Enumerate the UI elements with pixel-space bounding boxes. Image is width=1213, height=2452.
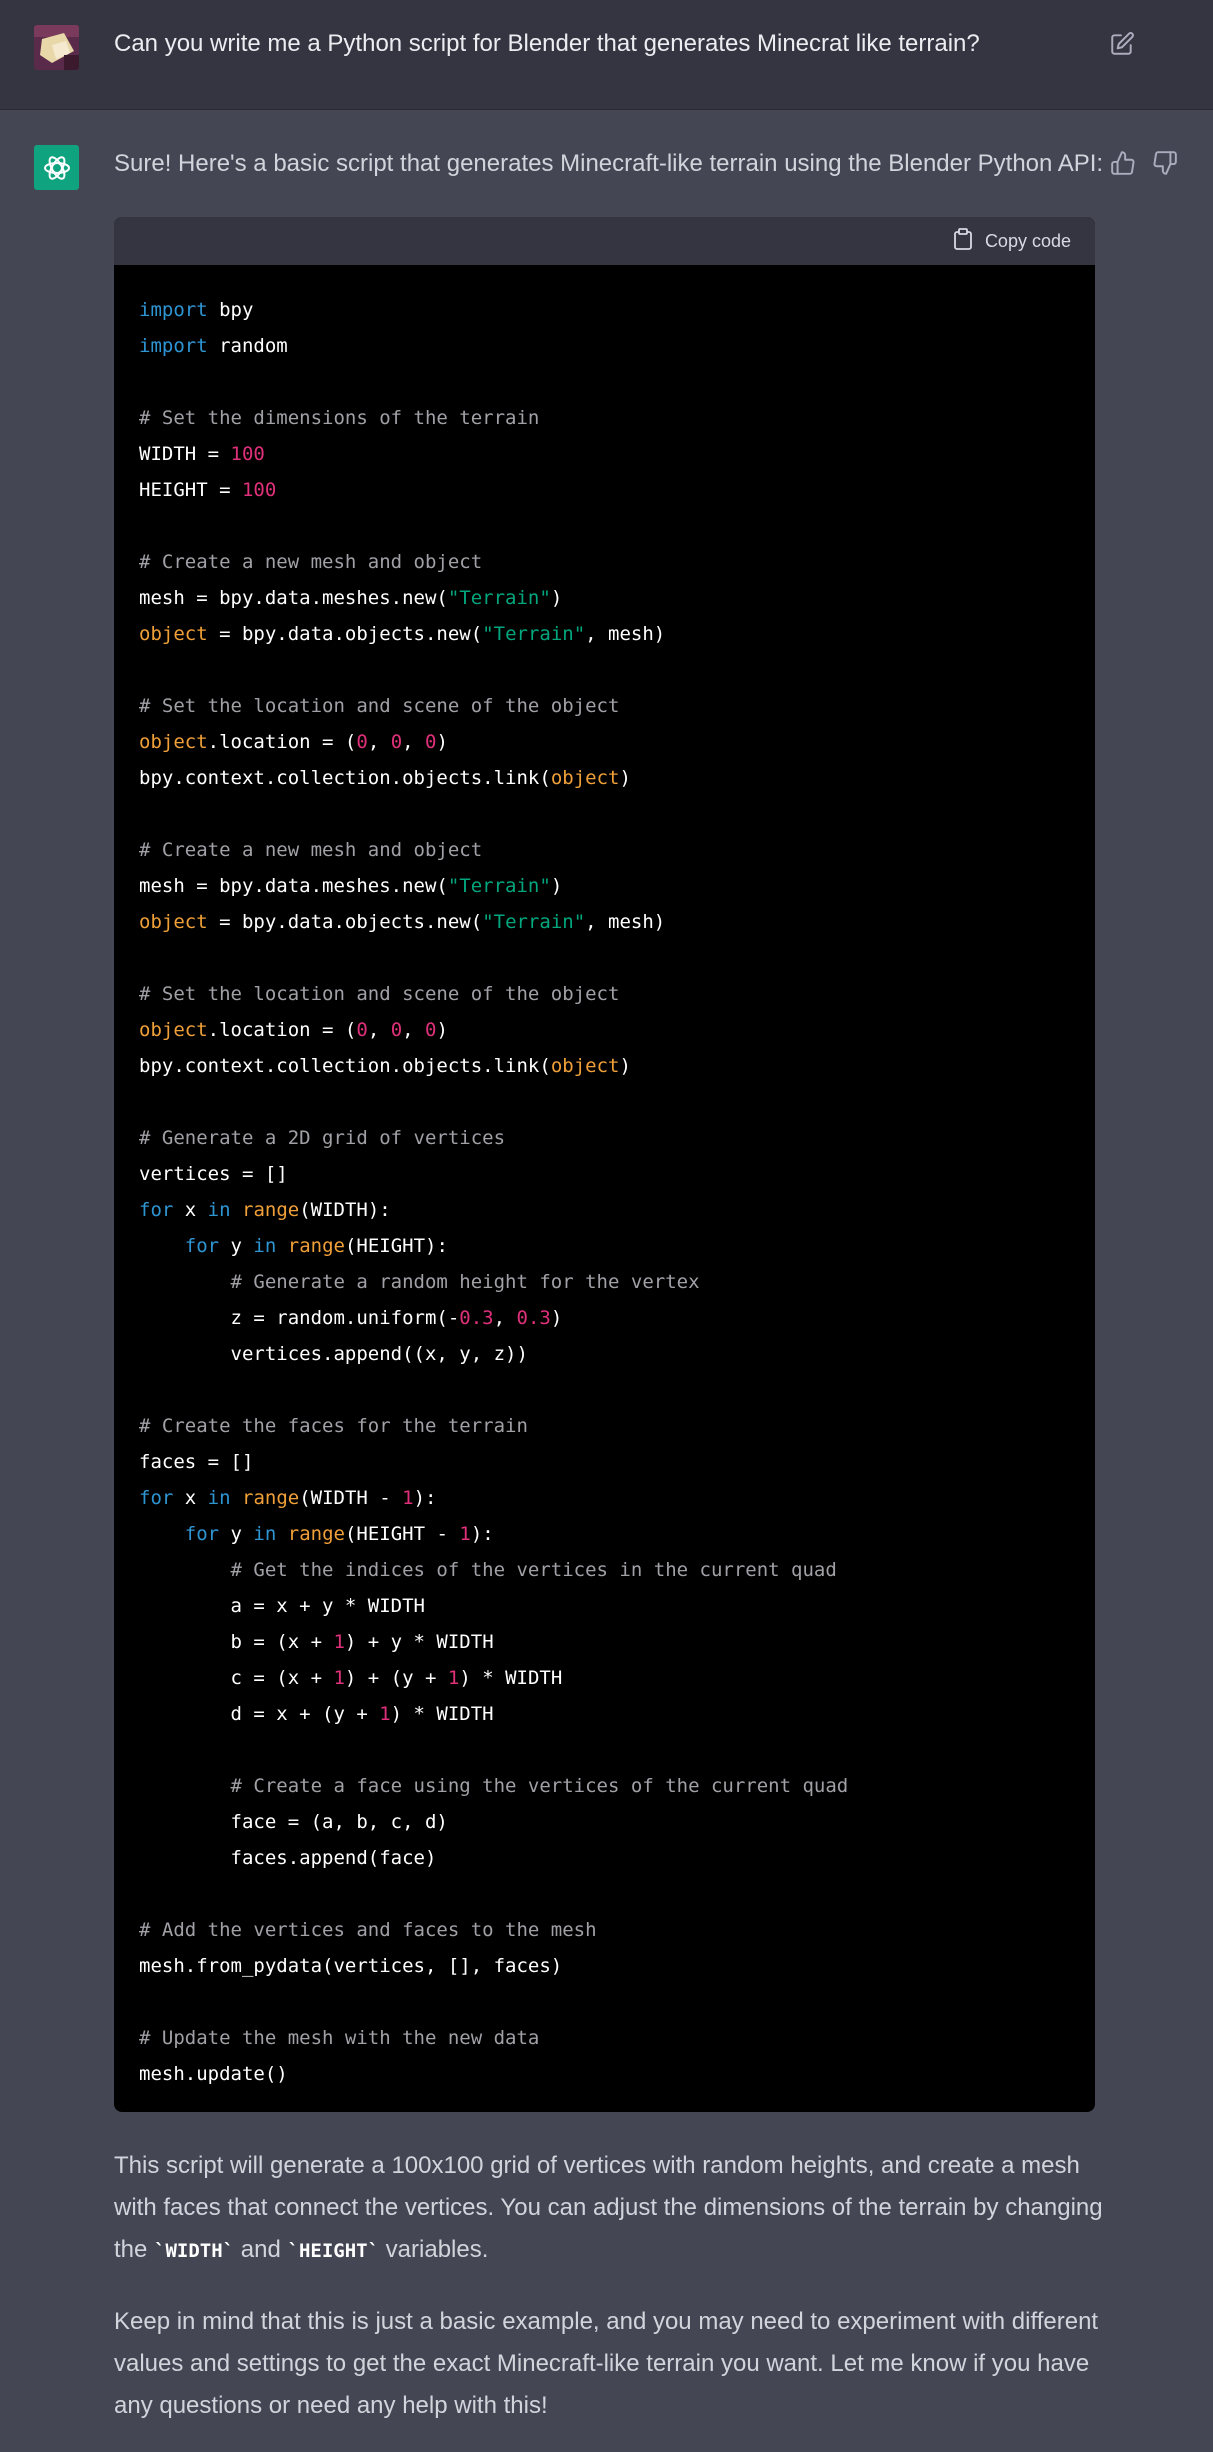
- thumbs-up-icon[interactable]: [1110, 150, 1136, 176]
- code-line: # Create a new mesh and object: [139, 551, 483, 573]
- code-line: d = x + (y + 1) * WIDTH: [139, 1703, 494, 1725]
- copy-code-label: Copy code: [984, 230, 1071, 251]
- code-line: object.location = (0, 0, 0): [139, 1019, 448, 1041]
- para1-text-middle: and: [234, 2236, 288, 2263]
- assistant-intro-text: Sure! Here's a basic script that generat…: [114, 150, 1104, 177]
- code-line: for x in range(WIDTH):: [139, 1199, 391, 1221]
- code-line: face = (a, b, c, d): [139, 1811, 448, 1833]
- code-line: object = bpy.data.objects.new("Terrain",…: [139, 623, 666, 645]
- code-block-header: Copy code: [114, 217, 1095, 265]
- user-message-row: Can you write me a Python script for Ble…: [0, 0, 1213, 110]
- explanation-paragraph: This script will generate a 100x100 grid…: [114, 2145, 1104, 2272]
- code-line: # Set the location and scene of the obje…: [139, 983, 620, 1005]
- code-line: WIDTH = 100: [139, 443, 265, 465]
- closing-paragraph: Keep in mind that this is just a basic e…: [114, 2308, 1099, 2419]
- code-line: c = (x + 1) + (y + 1) * WIDTH: [139, 1667, 563, 1689]
- code-line: object.location = (0, 0, 0): [139, 731, 448, 753]
- code-line: # Create the faces for the terrain: [139, 1415, 528, 1437]
- code-line: mesh = bpy.data.meshes.new("Terrain"): [139, 875, 563, 897]
- code-line: bpy.context.collection.objects.link(obje…: [139, 1055, 631, 1077]
- inline-code-width: `WIDTH`: [154, 2240, 235, 2262]
- code-line: vertices = []: [139, 1163, 288, 1185]
- code-line: # Create a new mesh and object: [139, 839, 483, 861]
- thumbs-down-icon[interactable]: [1152, 150, 1178, 176]
- code-line: a = x + y * WIDTH: [139, 1595, 425, 1617]
- code-line: HEIGHT = 100: [139, 479, 277, 501]
- code-line: # Set the location and scene of the obje…: [139, 695, 620, 717]
- code-line: b = (x + 1) + y * WIDTH: [139, 1631, 494, 1653]
- code-line: object = bpy.data.objects.new("Terrain",…: [139, 911, 666, 933]
- openai-logo-icon: [34, 145, 79, 190]
- code-line: # Generate a 2D grid of vertices: [139, 1127, 506, 1149]
- code-line: for y in range(HEIGHT - 1):: [184, 1523, 494, 1545]
- code-line: import random: [139, 335, 288, 357]
- code-line: # Update the mesh with the new data: [139, 2027, 540, 2049]
- code-block: Copy code import bpy import random # Set …: [114, 217, 1095, 2112]
- code-line: bpy.context.collection.objects.link(obje…: [139, 767, 631, 789]
- code-line: for y in range(HEIGHT):: [184, 1235, 448, 1257]
- user-avatar: [34, 25, 79, 70]
- code-line: # Create a face using the vertices of th…: [139, 1775, 849, 1797]
- edit-icon[interactable]: [1109, 31, 1135, 57]
- user-message-text: Can you write me a Python script for Ble…: [114, 30, 980, 57]
- code-line: mesh.from_pydata(vertices, [], faces): [139, 1955, 563, 1977]
- code-line: z = random.uniform(-0.3, 0.3): [139, 1307, 563, 1329]
- code-line: for x in range(WIDTH - 1):: [139, 1487, 437, 1509]
- code-line: faces = []: [139, 1451, 254, 1473]
- code-line: vertices.append((x, y, z)): [139, 1343, 528, 1365]
- clipboard-icon: [953, 227, 973, 255]
- code-line: mesh = bpy.data.meshes.new("Terrain"): [139, 587, 563, 609]
- code-line: faces.append(face): [139, 1847, 437, 1869]
- code-line: mesh.update(): [139, 2063, 288, 2085]
- code-line: # Generate a random height for the verte…: [139, 1271, 700, 1293]
- para1-text-end: variables.: [379, 2236, 489, 2263]
- code-line: # Get the indices of the vertices in the…: [139, 1559, 837, 1581]
- code-line: # Add the vertices and faces to the mesh: [139, 1919, 597, 1941]
- code-line: # Set the dimensions of the terrain: [139, 407, 540, 429]
- inline-code-height: `HEIGHT`: [287, 2240, 380, 2262]
- code-line: import bpy: [139, 299, 254, 321]
- code-content: import bpy import random # Set the dimens…: [114, 265, 1095, 2092]
- copy-code-button[interactable]: Copy code: [953, 227, 1071, 255]
